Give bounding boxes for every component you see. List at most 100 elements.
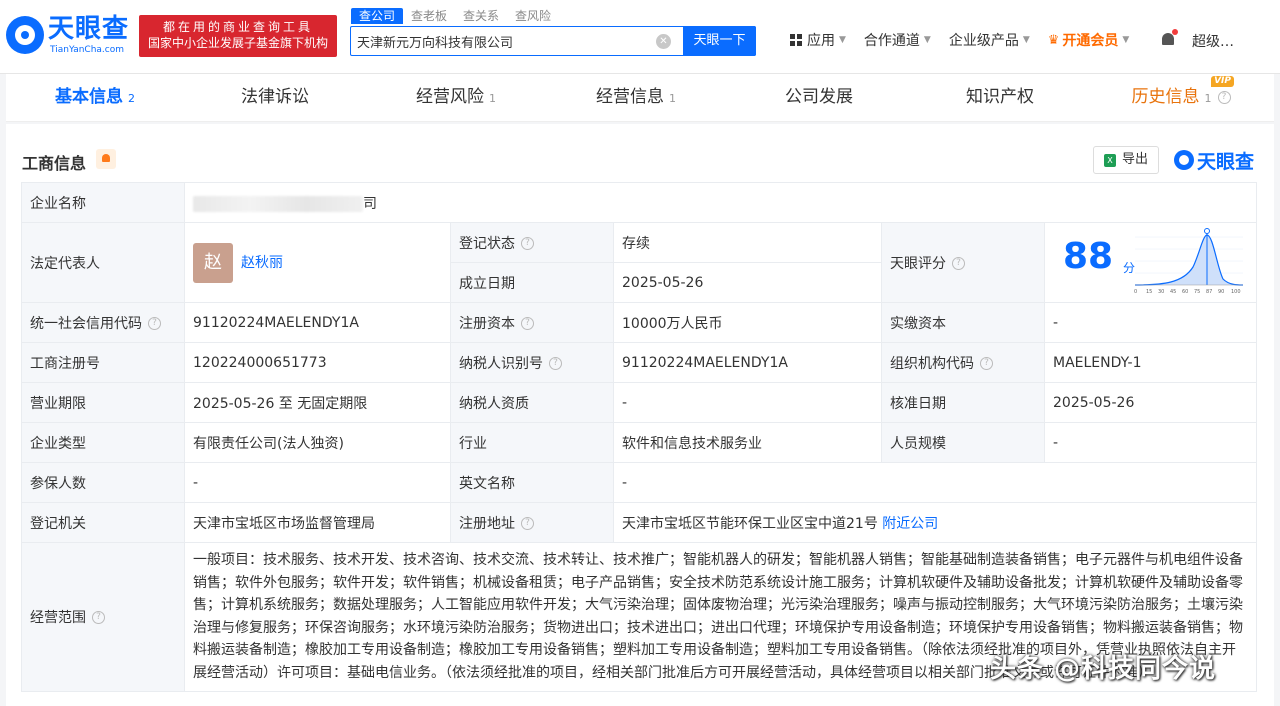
tab-count: 1 [669, 92, 676, 105]
tab-history[interactable]: 历史信息 1? VIP [1088, 74, 1274, 120]
table-row: 营业期限 2025-05-26 至 无固定期限 纳税人资质 - 核准日期 202… [21, 382, 1258, 423]
org-code-value: MAELENDY-1 [1043, 342, 1258, 383]
english-name-value: - [612, 462, 1258, 503]
reg-status-value: 存续 [613, 222, 882, 263]
reg-status-label: 登记状态? [450, 222, 614, 263]
notification-bell-icon[interactable] [1160, 29, 1178, 49]
user-menu[interactable]: 超级… [1192, 31, 1234, 51]
site-logo[interactable]: 天眼查 TianYanCha.com [6, 14, 132, 58]
tab-development[interactable]: 公司发展 [726, 74, 912, 120]
company-name-value[interactable]: 司 [183, 182, 1258, 223]
search-input[interactable] [357, 31, 647, 51]
export-button[interactable]: X 导出 [1093, 146, 1159, 174]
taxpayer-id-label: 纳税人识别号? [450, 342, 614, 383]
taxpayer-qual-value: - [613, 382, 882, 423]
legal-rep-value: 赵赵秋丽 [184, 222, 451, 303]
search-type-tabs: 查公司 查老板 查关系 查风险 [351, 8, 559, 24]
type-label: 企业类型 [21, 422, 185, 463]
logo-subtext: TianYanCha.com [50, 45, 125, 55]
label-text: 纳税人识别号 [459, 355, 543, 372]
address-text: 天津市宝坻区节能环保工业区宝中道21号 [622, 515, 878, 532]
nearby-companies-link[interactable]: 附近公司 [882, 516, 938, 532]
top-header: 天眼查 TianYanCha.com 都在用的商业查询工具 国家中小企业发展子基… [0, 0, 1280, 74]
logo-text: 天眼查 [48, 14, 130, 44]
notification-dot [1172, 29, 1178, 35]
reg-no-label: 工商注册号 [21, 342, 185, 383]
score-value[interactable]: 88 分 0 15 30 45 60 75 87 90 100 [1043, 222, 1258, 303]
paid-capital-label: 实缴资本 [881, 302, 1045, 343]
help-icon[interactable]: ? [148, 317, 161, 330]
help-icon[interactable]: ? [92, 611, 105, 625]
help-icon[interactable]: ? [980, 357, 993, 370]
reg-no-value: 120224000651773 [184, 342, 451, 383]
industry-value: 软件和信息技术服务业 [613, 422, 882, 463]
detail-tabs: 基本信息 2 法律诉讼 经营风险 1 经营信息 1 公司发展 知识产权 历史信息 1? V… [6, 74, 1274, 122]
promo-banner[interactable]: 都在用的商业查询工具 国家中小企业发展子基金旗下机构 [139, 15, 337, 57]
tab-label: 法律诉讼 [241, 87, 309, 107]
nav-apps-label: 应用 [807, 33, 835, 49]
axis-tick: 90 [1218, 289, 1224, 295]
tab-label: 公司发展 [785, 87, 853, 107]
reg-capital-label: 注册资本? [450, 302, 614, 343]
caret-down-icon: ▼ [839, 35, 846, 45]
axis-tick: 60 [1182, 289, 1188, 295]
tab-risk[interactable]: 经营风险 1 [366, 74, 546, 120]
help-icon[interactable]: ? [521, 237, 534, 250]
help-icon[interactable]: ? [521, 517, 534, 530]
eye-logo-icon [6, 16, 44, 54]
axis-tick: 0 [1134, 289, 1137, 295]
nav-vip[interactable]: ♛ 开通会员 ▼ [1048, 30, 1130, 50]
caret-down-icon: ▼ [923, 35, 931, 45]
search-button[interactable]: 天眼一下 [683, 26, 756, 56]
nav-enterprise[interactable]: 企业级产品 ▼ [949, 30, 1030, 50]
score-number: 88 [1063, 236, 1114, 277]
tab-count: 1 [489, 92, 496, 105]
banner-line1: 都在用的商业查询工具 [162, 20, 313, 34]
nav-partner-label: 合作通道 [863, 33, 920, 49]
clear-icon[interactable]: ✕ [656, 34, 671, 49]
export-label: 导出 [1122, 152, 1149, 167]
help-icon[interactable]: ? [952, 257, 965, 270]
taxpayer-id-value: 91120224MAELENDY1A [613, 342, 882, 383]
table-row: 企业类型 有限责任公司(法人独资) 行业 软件和信息技术服务业 人员规模 - [21, 422, 1258, 463]
search-tab-company[interactable]: 查公司 [351, 8, 404, 24]
nav-apps[interactable]: 应用 ▼ [790, 30, 846, 50]
tab-operation[interactable]: 经营信息 1 [546, 74, 726, 120]
axis-tick: 45 [1170, 289, 1176, 295]
grid-icon [790, 34, 802, 46]
tab-legal[interactable]: 法律诉讼 [184, 74, 366, 120]
search-tab-boss[interactable]: 查老板 [403, 8, 455, 24]
eye-logo-icon [1174, 150, 1194, 170]
search-tab-risk[interactable]: 查风险 [507, 8, 559, 24]
company-name-tail: 司 [363, 195, 377, 212]
table-row: 参保人数 - 英文名称 - [21, 462, 1258, 503]
help-icon[interactable]: ? [549, 357, 562, 370]
bell-body [1162, 33, 1174, 45]
score-distribution-chart: 0 15 30 45 60 75 87 90 100 [1134, 228, 1244, 295]
redacted-name [193, 195, 363, 212]
term-value: 2025-05-26 至 无固定期限 [184, 382, 451, 423]
nav-partner[interactable]: 合作通道 ▼ [864, 30, 931, 50]
help-icon[interactable]: ? [521, 317, 534, 330]
section-title: 工商信息 [22, 154, 87, 173]
caret-down-icon: ▼ [1022, 35, 1030, 45]
insured-label: 参保人数 [21, 462, 185, 503]
credit-code-value: 91120224MAELENDY1A [184, 302, 451, 343]
alert-bell-icon[interactable] [96, 149, 116, 169]
search-tab-relation[interactable]: 查关系 [455, 8, 507, 24]
help-icon[interactable]: ? [1217, 90, 1231, 104]
nav-vip-label: 开通会员 [1062, 33, 1119, 49]
label-text: 注册地址 [459, 515, 515, 532]
term-label: 营业期限 [21, 382, 185, 423]
tab-ip[interactable]: 知识产权 [912, 74, 1088, 120]
approve-date-label: 核准日期 [881, 382, 1045, 423]
found-date-value: 2025-05-26 [613, 262, 882, 303]
legal-rep-link[interactable]: 赵秋丽 [241, 255, 283, 271]
found-date-label: 成立日期 [450, 262, 614, 303]
tab-basic-info[interactable]: 基本信息 2 [6, 74, 184, 120]
label-text: 组织机构代码 [890, 355, 974, 372]
paid-capital-value: - [1043, 302, 1258, 343]
business-info-panel: 工商信息 X 导出 天眼查 企业名称 司 法定代表人 赵赵秋丽 登记状态? 存续 … [6, 124, 1274, 706]
staff-value: - [1043, 422, 1258, 463]
brand-text: 天眼查 [1197, 150, 1255, 173]
